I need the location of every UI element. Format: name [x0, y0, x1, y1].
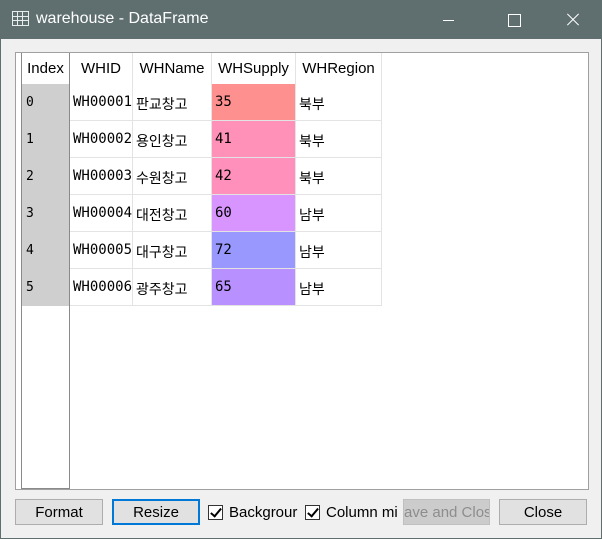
close-window-button[interactable]	[549, 1, 595, 39]
table-cell-whid[interactable]: WH00006	[70, 269, 133, 306]
format-button[interactable]: Format	[15, 499, 103, 525]
table-cell-whsupply[interactable]: 60	[212, 195, 296, 232]
table-cell-whname[interactable]: 대구창고	[133, 232, 212, 269]
table-cell-whregion[interactable]: 북부	[296, 121, 382, 158]
column-min-checkbox[interactable]: Column mi	[305, 501, 397, 523]
background-checkbox-label: Backgrour	[229, 503, 298, 521]
table-cell-whid[interactable]: WH00003	[70, 158, 133, 195]
table-cell-whregion[interactable]: 북부	[296, 158, 382, 195]
index-column: Index 0 1 2 3 4 5	[21, 53, 70, 489]
table-cell-whregion[interactable]: 남부	[296, 269, 382, 306]
checkbox-checked-icon[interactable]	[208, 504, 223, 520]
checkbox-checked-icon[interactable]	[305, 504, 320, 520]
index-cell[interactable]: 5	[22, 269, 69, 306]
table-cell-whsupply[interactable]: 72	[212, 232, 296, 269]
index-cell[interactable]: 3	[22, 195, 69, 232]
table-cell-whid[interactable]: WH00001	[70, 84, 133, 121]
index-cell[interactable]: 4	[22, 232, 69, 269]
column-header-whregion[interactable]: WHRegion	[296, 53, 382, 84]
index-cell[interactable]: 0	[22, 84, 69, 121]
table-cell-whname[interactable]: 용인창고	[133, 121, 212, 158]
table-cell-whsupply[interactable]: 41	[212, 121, 296, 158]
table-cell-whid[interactable]: WH00005	[70, 232, 133, 269]
column-header-whname[interactable]: WHName	[133, 53, 212, 84]
table-cell-whsupply[interactable]: 35	[212, 84, 296, 121]
dataframe-table[interactable]: Index 0 1 2 3 4 5 WHID WHName WHSupply W…	[15, 52, 589, 490]
window-title: warehouse - DataFrame	[36, 10, 209, 27]
dataframe-editor-window: warehouse - DataFrame Index 0 1 2 3 4 5 …	[0, 0, 602, 539]
table-cell-whregion[interactable]: 북부	[296, 84, 382, 121]
table-cell-whregion[interactable]: 남부	[296, 195, 382, 232]
save-and-close-button: ave and Clos	[403, 499, 490, 525]
resize-button[interactable]: Resize	[112, 499, 200, 525]
table-cell-whname[interactable]: 판교창고	[133, 84, 212, 121]
title-bar[interactable]: warehouse - DataFrame	[1, 1, 601, 39]
table-icon	[12, 11, 29, 26]
table-cell-whregion[interactable]: 남부	[296, 232, 382, 269]
index-cell[interactable]: 1	[22, 121, 69, 158]
column-header-whsupply[interactable]: WHSupply	[212, 53, 296, 84]
minimize-button[interactable]	[421, 1, 467, 39]
background-checkbox[interactable]: Backgrour	[208, 501, 299, 523]
column-min-checkbox-label: Column mi	[326, 503, 397, 521]
table-cell-whid[interactable]: WH00002	[70, 121, 133, 158]
table-cell-whname[interactable]: 대전창고	[133, 195, 212, 232]
close-button[interactable]: Close	[499, 499, 587, 525]
table-cell-whname[interactable]: 수원창고	[133, 158, 212, 195]
table-cell-whsupply[interactable]: 65	[212, 269, 296, 306]
table-cell-whname[interactable]: 광주창고	[133, 269, 212, 306]
table-cell-whsupply[interactable]: 42	[212, 158, 296, 195]
index-cell[interactable]: 2	[22, 158, 69, 195]
column-header-whid[interactable]: WHID	[70, 53, 133, 84]
maximize-button[interactable]	[489, 1, 535, 39]
table-cell-whid[interactable]: WH00004	[70, 195, 133, 232]
index-header[interactable]: Index	[22, 53, 69, 84]
